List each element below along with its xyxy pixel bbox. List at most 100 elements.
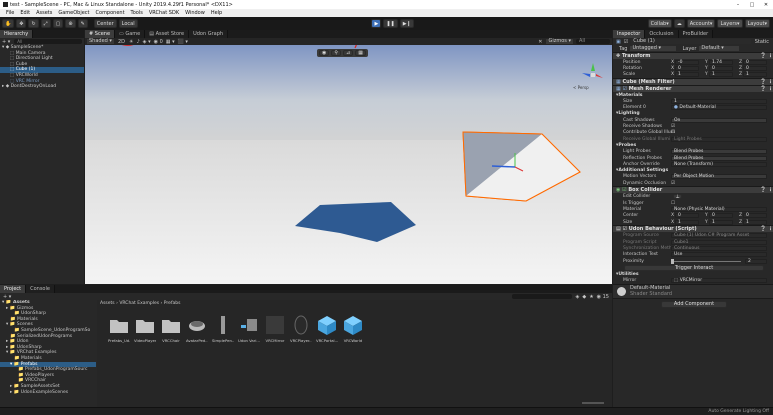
tab-inspector[interactable]: Inspector	[613, 30, 646, 38]
camera-dropdown-icon[interactable]: ⬛ ▾	[178, 39, 188, 45]
layer-dropdown[interactable]: Default ▾	[699, 46, 740, 51]
menu-window[interactable]: Window	[185, 10, 205, 16]
help-icon[interactable]: ❔ ⋮	[760, 86, 773, 92]
snap-tool-icon[interactable]: ⊿	[343, 50, 354, 56]
asset-videoplayers[interactable]: VideoPlayers	[134, 315, 156, 343]
asset-avatar-pedestal[interactable]: AvatarPed...	[186, 315, 208, 343]
scale-z-field[interactable]: 1	[743, 72, 767, 78]
dynamic-occlusion-checkbox[interactable]: ☑	[671, 181, 675, 186]
asset-vrcmirror[interactable]: VRCMirror	[265, 315, 285, 343]
hand-tool-button[interactable]: ✋	[2, 19, 15, 28]
size-z-field[interactable]: 1	[743, 219, 767, 225]
project-add-icon[interactable]: + ▾	[3, 294, 11, 300]
add-icon[interactable]: + ▾	[2, 39, 10, 45]
play-button[interactable]: ▶	[371, 19, 382, 28]
pivot-rotation-toggle[interactable]: Local	[118, 19, 138, 28]
sync-method-dropdown[interactable]: Continuous	[671, 245, 767, 251]
scene-viewport[interactable]: ◉ ⚲ ⊿ ▦ < Persp	[85, 45, 612, 284]
icon-size-slider[interactable]	[582, 402, 604, 404]
cloud-button[interactable]: ☁	[673, 19, 685, 28]
shading-mode-dropdown[interactable]: Shaded ▾	[87, 39, 114, 44]
tab-probuilder[interactable]: ProBuilder	[678, 30, 714, 38]
position-z-field[interactable]: 0	[743, 59, 767, 65]
asset-prefabs-udon[interactable]: Prefabs_Ud...	[108, 315, 130, 343]
interaction-text-field[interactable]: Use	[671, 252, 767, 258]
motion-vectors-dropdown[interactable]: Per Object Motion	[671, 174, 767, 180]
center-x-field[interactable]: 0	[675, 213, 699, 219]
contribute-gi-checkbox[interactable]: ☐	[671, 130, 675, 135]
hidden-count-icon[interactable]: ◉ 15	[597, 294, 609, 300]
maximize-icon[interactable]: □	[745, 2, 759, 8]
rotate-tool-button[interactable]: ↻	[28, 19, 39, 28]
gizmos-dropdown[interactable]: Gizmos ▾	[546, 39, 573, 44]
rect-tool-button[interactable]: ▢	[52, 19, 64, 28]
asset-udon-variable[interactable]: Udon Vari...	[238, 315, 260, 343]
minimize-icon[interactable]: –	[731, 2, 745, 8]
tab-game[interactable]: ▭ Game	[115, 30, 146, 38]
tab-udon-graph[interactable]: Udon Graph	[189, 30, 229, 38]
help-icon[interactable]: ❔ ⋮	[760, 226, 773, 232]
favorite-icon[interactable]: ★	[589, 294, 593, 300]
breadcrumb-assets[interactable]: Assets	[100, 301, 115, 306]
menu-component[interactable]: Component	[96, 10, 125, 16]
mesh-renderer-header[interactable]: ▦ ☑ Mesh Renderer ❔ ⋮	[613, 85, 773, 93]
account-dropdown[interactable]: Account ▾	[686, 19, 716, 28]
project-search-input[interactable]	[512, 294, 573, 299]
proximity-slider-handle[interactable]	[671, 258, 674, 264]
scale-x-field[interactable]: 1	[675, 72, 699, 78]
pivot-center-toggle[interactable]: Center	[93, 19, 117, 28]
size-y-field[interactable]: 1	[709, 219, 733, 225]
trigger-interact-button[interactable]: Trigger Interact	[624, 264, 764, 271]
custom-tool-button[interactable]: ✎	[77, 19, 88, 28]
close-icon[interactable]: ✕	[759, 2, 773, 8]
collab-dropdown[interactable]: Collab ▾	[647, 19, 672, 28]
tab-scene[interactable]: # Scene	[85, 30, 116, 38]
hierarchy-search-input[interactable]: All	[14, 39, 82, 44]
tools-icon[interactable]: ✕	[538, 39, 542, 45]
tab-hierarchy[interactable]: Hierarchy	[0, 30, 34, 38]
static-toggle[interactable]: Static	[755, 39, 769, 45]
center-y-field[interactable]: 0	[709, 213, 733, 219]
scene-search-input[interactable]: All	[576, 39, 610, 44]
mesh-filter-header[interactable]: ▦ Cube (Mesh Filter) ❔ ⋮	[613, 78, 773, 86]
help-icon[interactable]: ❔ ⋮	[760, 53, 773, 59]
add-component-button[interactable]: Add Component	[661, 300, 727, 308]
anchor-override-field[interactable]: None (Transform)	[671, 161, 767, 167]
materials-size-field[interactable]: 1	[671, 98, 767, 104]
label-icon[interactable]: ◆	[582, 294, 586, 300]
audio-toggle-icon[interactable]: ♪	[136, 39, 139, 45]
menu-vrchat-sdk[interactable]: VRChat SDK	[149, 10, 179, 16]
menu-gameobject[interactable]: GameObject	[58, 10, 89, 16]
help-icon[interactable]: ❔ ⋮	[760, 187, 773, 193]
tag-dropdown[interactable]: Untagged ▾	[630, 46, 677, 51]
receive-shadows-checkbox[interactable]: ☑	[671, 124, 675, 129]
position-y-field[interactable]: 1.74	[709, 59, 733, 65]
pause-button[interactable]: ❚❚	[383, 19, 398, 28]
layout-dropdown[interactable]: Layout ▾	[744, 19, 771, 28]
scale-tool-button[interactable]: ⤢	[40, 19, 51, 28]
filter-icon[interactable]: ◈	[575, 294, 579, 300]
menu-tools[interactable]: Tools	[131, 10, 143, 16]
mirror-field[interactable]: ⬚ VRCMirror	[671, 278, 767, 284]
program-source-field[interactable]: Cube (1) Udon C# Program Asset	[671, 233, 767, 239]
menu-assets[interactable]: Assets	[36, 10, 52, 16]
menu-file[interactable]: File	[6, 10, 14, 16]
center-z-field[interactable]: 0	[743, 213, 767, 219]
rotation-y-field[interactable]: 0	[709, 66, 733, 72]
tab-asset-store[interactable]: ▤ Asset Store	[145, 30, 190, 38]
size-x-field[interactable]: 1	[675, 219, 699, 225]
edit-collider-button[interactable]: ⟂	[673, 194, 683, 200]
position-x-field[interactable]: -0	[675, 59, 699, 65]
menu-help[interactable]: Help	[211, 10, 222, 16]
udon-behaviour-header[interactable]: ▤ ☑ Udon Behaviour (Script) ❔ ⋮	[613, 225, 773, 233]
proximity-field[interactable]: 2	[745, 258, 767, 264]
breadcrumb-vrchat-examples[interactable]: VRChat Examples	[119, 301, 159, 306]
grid-dropdown-icon[interactable]: ▦ ▾	[166, 39, 175, 45]
collider-material-field[interactable]: None (Physic Material)	[671, 206, 767, 212]
transform-header[interactable]: ✥ Transform ❔ ⋮	[613, 52, 773, 59]
asset-vrcportal[interactable]: VRCPortal...	[316, 315, 338, 343]
asset-vrcworld[interactable]: VRCWorld	[343, 315, 363, 343]
box-collider-header[interactable]: ◉ ☑ Box Collider ❔ ⋮	[613, 186, 773, 194]
hidden-objects-icon[interactable]: ◉ 0	[154, 39, 163, 45]
pivot-tool-icon[interactable]: ⚲	[331, 50, 342, 56]
